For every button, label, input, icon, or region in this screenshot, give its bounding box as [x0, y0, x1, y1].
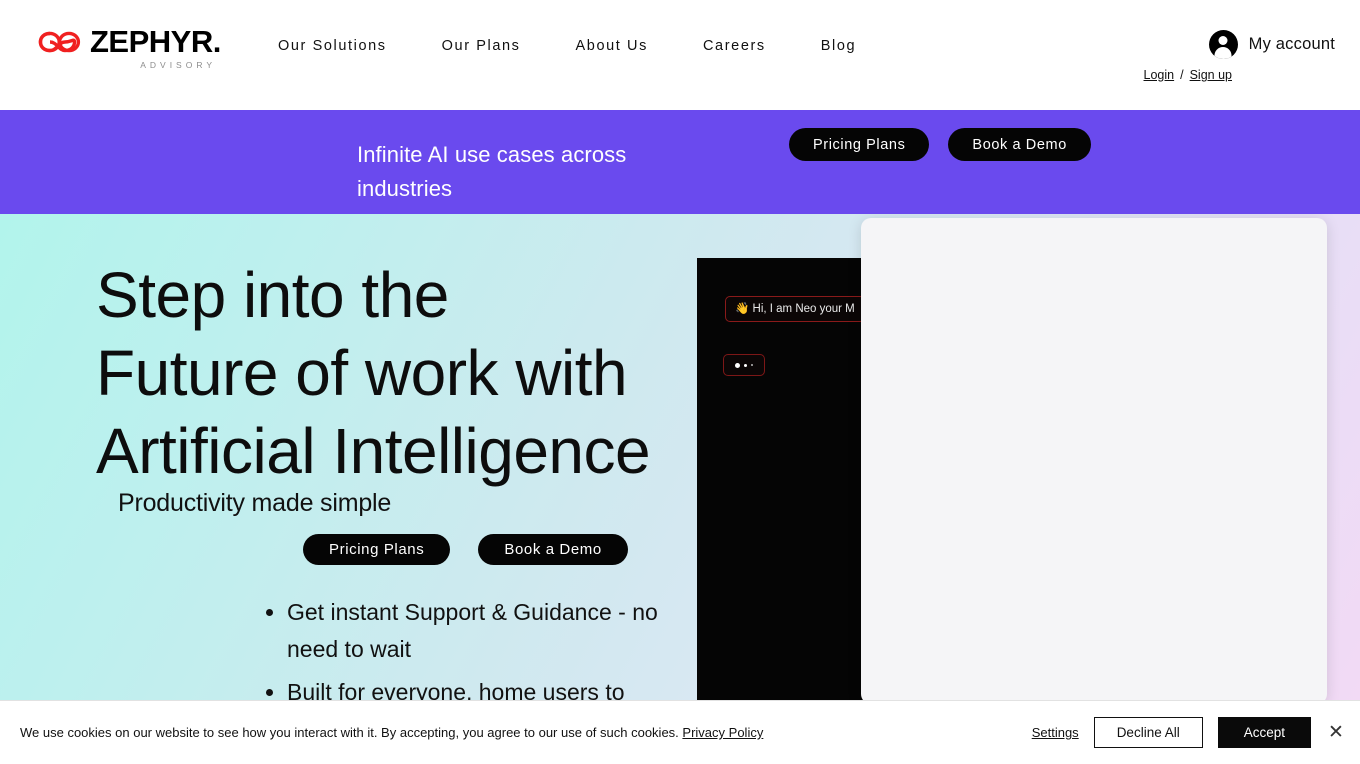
- hero-benefits-list: Get instant Support & Guidance - no need…: [265, 594, 705, 717]
- auth-separator: /: [1180, 68, 1184, 82]
- nav-item-our-solutions[interactable]: Our Solutions: [278, 38, 387, 54]
- privacy-policy-link[interactable]: Privacy Policy: [682, 725, 763, 740]
- banner-pricing-plans-button[interactable]: Pricing Plans: [789, 128, 930, 161]
- promo-banner-buttons: Pricing Plans Book a Demo: [789, 128, 1091, 161]
- chat-greeting-bubble: 👋 Hi, I am Neo your M: [725, 296, 865, 322]
- banner-book-a-demo-button[interactable]: Book a Demo: [948, 128, 1091, 161]
- close-icon[interactable]: ✕: [1326, 723, 1346, 743]
- cookie-message: We use cookies on our website to see how…: [20, 725, 763, 740]
- hero-headline-line-2: Future of work with: [96, 337, 628, 409]
- hero-headline-line-3: Artificial Intelligence: [96, 415, 651, 487]
- nav-item-careers[interactable]: Careers: [703, 38, 766, 54]
- cookie-message-text: We use cookies on our website to see how…: [20, 725, 679, 740]
- cookie-settings-link[interactable]: Settings: [1032, 725, 1079, 740]
- site-logo[interactable]: ZEPHYR. ADVISORY: [38, 24, 221, 74]
- hero-book-a-demo-button[interactable]: Book a Demo: [478, 534, 628, 565]
- logo-wordmark: ZEPHYR.: [90, 24, 221, 59]
- my-account-label: My account: [1248, 35, 1335, 53]
- auth-links: Login / Sign up: [1144, 68, 1232, 82]
- typing-dot: [751, 364, 753, 366]
- avatar-icon: [1208, 30, 1238, 59]
- infinity-icon: [38, 29, 84, 55]
- promo-banner-text: Infinite AI use cases across industries: [357, 142, 627, 201]
- cookie-consent-banner: We use cookies on our website to see how…: [0, 700, 1360, 764]
- typing-dot: [735, 362, 740, 368]
- hero-pricing-plans-button[interactable]: Pricing Plans: [303, 534, 451, 565]
- hero-buttons: Pricing Plans Book a Demo: [303, 534, 628, 565]
- decline-all-button[interactable]: Decline All: [1093, 717, 1203, 748]
- signup-link[interactable]: Sign up: [1190, 68, 1232, 82]
- login-link[interactable]: Login: [1144, 68, 1175, 82]
- hero-headline: Step into the Future of work with Artifi…: [96, 256, 651, 490]
- hero-subheadline: Productivity made simple: [118, 489, 392, 517]
- nav-item-our-plans[interactable]: Our Plans: [442, 38, 521, 54]
- chat-typing-indicator: [723, 354, 765, 376]
- site-header: ZEPHYR. ADVISORY Our Solutions Our Plans…: [0, 0, 1360, 110]
- nav-item-about-us[interactable]: About Us: [576, 38, 648, 54]
- accept-button[interactable]: Accept: [1217, 717, 1311, 748]
- main-navigation: Our Solutions Our Plans About Us Careers…: [278, 38, 856, 54]
- hero-headline-line-1: Step into the: [96, 259, 449, 331]
- nav-item-blog[interactable]: Blog: [821, 38, 856, 54]
- overlay-content-panel: [861, 218, 1327, 704]
- page-root: ZEPHYR. ADVISORY Our Solutions Our Plans…: [0, 0, 1360, 764]
- typing-dot: [744, 363, 747, 367]
- cookie-actions: Settings Decline All Accept ✕: [1032, 717, 1346, 748]
- list-item: Get instant Support & Guidance - no need…: [287, 594, 705, 668]
- logo-tagline: ADVISORY: [140, 60, 216, 70]
- my-account-button[interactable]: My account: [1208, 30, 1335, 59]
- promo-banner: Infinite AI use cases across industries: [0, 110, 1360, 214]
